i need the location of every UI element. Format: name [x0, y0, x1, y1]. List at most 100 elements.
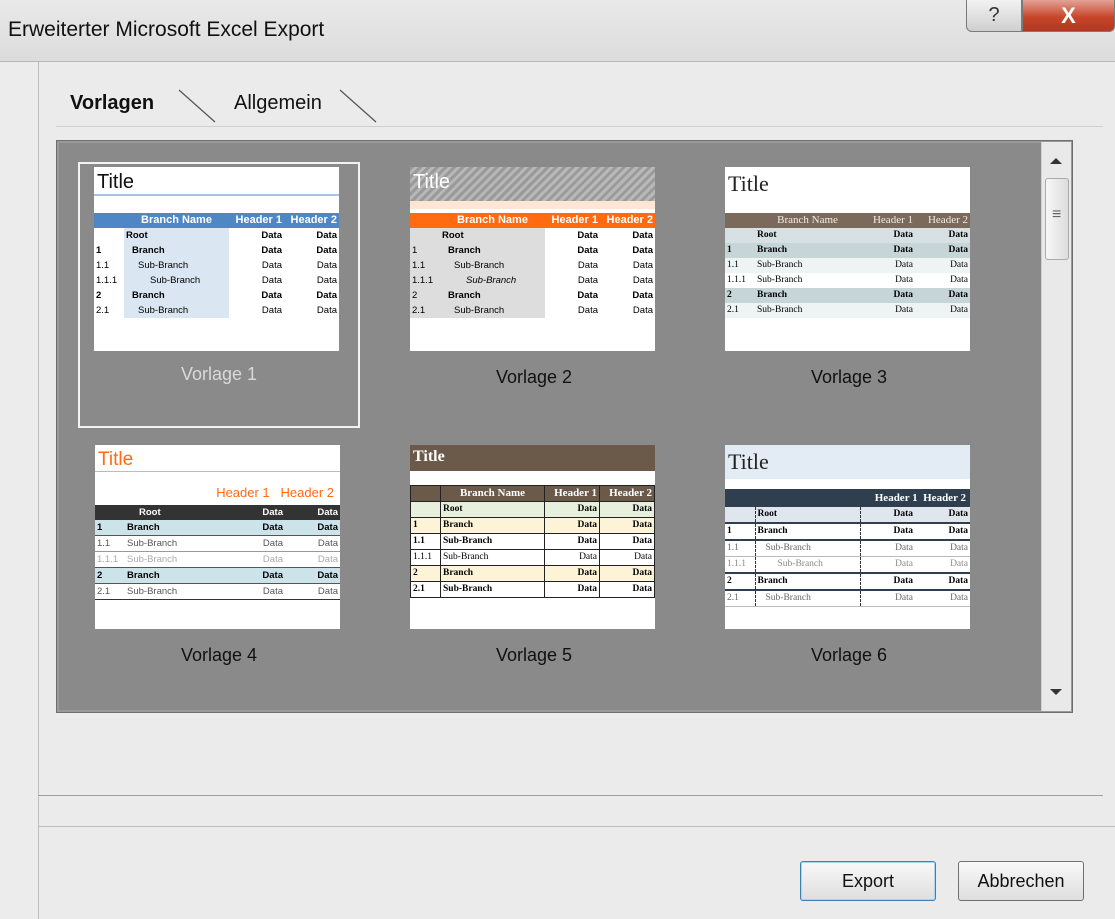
- preview-table: Root Data Data 1 Branch Data Data 1.1 Sub-Bran…: [725, 507, 970, 607]
- preview-cell: Data: [262, 570, 283, 581]
- close-button[interactable]: X: [1022, 0, 1115, 32]
- preview-header: Branch Name: [777, 214, 838, 226]
- tab-vorlagen[interactable]: Vorlagen: [70, 92, 154, 115]
- preview-cell: Sub-Branch: [124, 303, 229, 318]
- template-preview: Title Branch Name Header 1 Header 2 Root…: [410, 167, 655, 351]
- preview-title: Title: [95, 449, 340, 472]
- preview-cell: Data: [859, 507, 915, 523]
- preview-cell: Data: [262, 538, 283, 549]
- preview-cell: 2: [97, 570, 103, 581]
- preview-cell: Data: [632, 275, 653, 286]
- preview-cell: Sub-Branch: [440, 303, 545, 318]
- preview-header: Branch Name: [457, 214, 528, 226]
- preview-cell: Data: [577, 245, 598, 256]
- preview-cell: Root: [440, 228, 545, 243]
- preview-title: Title: [410, 167, 655, 201]
- template-label: Vorlage 6: [810, 645, 888, 665]
- template-item[interactable]: Title Header 1 Header 2 Root Data Data 1 Br…: [710, 419, 988, 681]
- preview-cell: Data: [261, 230, 282, 241]
- preview-header: Header 1: [874, 492, 918, 504]
- preview-cell: Data: [577, 230, 598, 241]
- preview-table: Branch Name Header 1 Header 2 Root Data Da…: [94, 213, 339, 318]
- preview-header: Header 1: [551, 214, 598, 226]
- preview-cell: 2: [727, 290, 732, 300]
- preview-cell: Data: [948, 576, 968, 586]
- preview-cell: Data: [599, 517, 655, 534]
- template-item[interactable]: Title Branch Name Header 1 Header 2 Root…: [395, 141, 673, 403]
- preview-cell: Data: [316, 245, 337, 256]
- preview-cell: Data: [317, 522, 338, 533]
- preview-header: Header 2: [923, 492, 966, 504]
- divider: [38, 826, 1115, 827]
- export-button[interactable]: Export: [800, 861, 936, 901]
- template-item[interactable]: Title Branch Name Header 1 Header 2 Root…: [710, 141, 988, 403]
- preview-cell: Data: [599, 581, 655, 598]
- preview-cell: Data: [948, 290, 968, 300]
- preview-header: Header 1: [216, 485, 270, 500]
- preview-cell: Data: [544, 565, 600, 582]
- preview-cell: Sub-Branch: [440, 533, 545, 550]
- preview-cell: Data: [316, 230, 337, 241]
- gallery-scrollbar[interactable]: [1041, 142, 1071, 711]
- template-item[interactable]: Title Header 1 Header 2 Root Data Data 1 Br…: [80, 419, 358, 681]
- preview-header: Header 2: [599, 485, 655, 502]
- scroll-down-arrow-icon[interactable]: [1050, 689, 1062, 695]
- preview-table: Branch Name Header 1 Header 2 Root Data Da…: [410, 213, 655, 318]
- preview-cell: Branch: [124, 288, 229, 303]
- preview-cell: Data: [262, 507, 283, 518]
- preview-cell: Data: [261, 290, 282, 301]
- preview-cell: Data: [577, 290, 598, 301]
- template-preview: Title Branch Name Header 1 Header 2 Root…: [94, 167, 339, 351]
- tab-separator: [178, 89, 216, 123]
- preview-cell: Data: [632, 245, 653, 256]
- preview-cell: 2.1: [410, 581, 441, 598]
- preview-cell: Sub-Branch: [440, 258, 545, 273]
- preview-header: Header 2: [606, 214, 653, 226]
- preview-cell: Data: [316, 275, 337, 286]
- preview-table: Root Data Data 1 Branch Data Data 1.1 Sub-Bran…: [95, 505, 340, 600]
- preview-cell: 1.1: [97, 538, 111, 549]
- preview-header: Branch Name: [141, 214, 212, 226]
- preview-cell: Sub-Branch: [124, 273, 229, 288]
- preview-table: Branch Name Header 1 Header 2 Root Data Da…: [725, 213, 970, 318]
- preview-cell: Data: [859, 573, 915, 590]
- preview-cell: 2: [727, 576, 732, 586]
- preview-cell: Sub-Branch: [757, 260, 803, 270]
- tab-separator: [339, 89, 377, 123]
- template-preview: Title Header 1 Header 2 Root Data Data 1 Br…: [95, 445, 340, 629]
- preview-cell: Sub-Branch: [754, 590, 860, 607]
- template-label: Vorlage 2: [495, 367, 573, 387]
- preview-cell: Data: [317, 570, 338, 581]
- preview-cell: [725, 228, 755, 243]
- preview-cell: Data: [859, 590, 915, 607]
- preview-cell: 2: [410, 288, 440, 303]
- help-button[interactable]: ?: [966, 0, 1022, 32]
- preview-cell: Data: [317, 554, 338, 565]
- preview-header: Header 1: [235, 214, 282, 226]
- preview-cell: 1.1: [96, 260, 110, 271]
- preview-cell: Data: [262, 586, 283, 597]
- preview-cell: 2.1: [727, 305, 739, 315]
- preview-cell: Data: [599, 533, 655, 550]
- template-item[interactable]: Title Branch Name Header 1 Header 2 Root…: [78, 162, 360, 428]
- tab-allgemein[interactable]: Allgemein: [234, 92, 322, 115]
- preview-cell: 2.1: [410, 303, 440, 318]
- template-label: Vorlage 4: [180, 645, 258, 665]
- preview-cell: 1.1.1: [727, 559, 746, 569]
- preview-cell: Data: [893, 245, 913, 255]
- preview-cell: Data: [577, 275, 598, 286]
- cancel-button[interactable]: Abbrechen: [958, 861, 1084, 901]
- preview-header: Header 1: [872, 214, 913, 226]
- preview-title: Title: [725, 445, 970, 479]
- preview-cell: Data: [950, 275, 968, 285]
- scroll-up-arrow-icon[interactable]: [1050, 158, 1062, 164]
- preview-header: Header 2: [280, 485, 334, 500]
- template-item[interactable]: Title Branch Name Header 1 Header 2 Root…: [395, 419, 673, 681]
- preview-header: Branch Name: [440, 485, 545, 502]
- preview-cell: Data: [317, 586, 338, 597]
- preview-cell: Data: [632, 260, 653, 271]
- help-icon: ?: [988, 4, 1000, 26]
- preview-cell: 1.1.1: [410, 273, 440, 288]
- preview-cell: [95, 505, 125, 520]
- scroll-thumb[interactable]: [1045, 178, 1069, 260]
